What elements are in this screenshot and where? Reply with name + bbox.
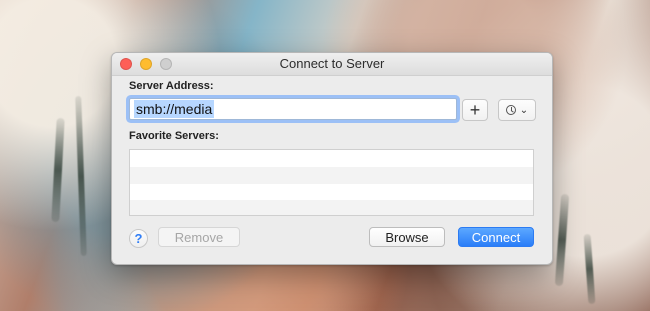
plus-icon: + bbox=[469, 100, 481, 120]
question-mark-icon: ? bbox=[134, 231, 143, 246]
browse-button[interactable]: Browse bbox=[369, 227, 445, 247]
server-address-label: Server Address: bbox=[129, 80, 214, 92]
list-item[interactable] bbox=[130, 200, 533, 215]
favorite-servers-label: Favorite Servers: bbox=[129, 130, 219, 142]
list-item[interactable] bbox=[130, 184, 533, 201]
chevron-down-icon: ⌄ bbox=[519, 104, 529, 116]
list-item[interactable] bbox=[130, 166, 533, 184]
connect-button[interactable]: Connect bbox=[458, 227, 534, 247]
server-address-value: smb://media bbox=[134, 100, 215, 118]
window-titlebar: Connect to Server bbox=[112, 53, 552, 76]
favorite-servers-list[interactable] bbox=[129, 149, 534, 216]
list-item[interactable] bbox=[130, 150, 533, 167]
remove-button[interactable]: Remove bbox=[158, 227, 240, 247]
connect-to-server-dialog: Connect to Server Server Address: smb://… bbox=[111, 52, 553, 265]
add-favorite-button[interactable]: + bbox=[462, 99, 488, 121]
clock-icon bbox=[505, 105, 516, 115]
help-button[interactable]: ? bbox=[129, 229, 148, 248]
window-title: Connect to Server bbox=[279, 56, 385, 71]
recent-servers-button[interactable]: ⌄ bbox=[498, 99, 536, 121]
server-address-input[interactable]: smb://media bbox=[129, 98, 457, 120]
